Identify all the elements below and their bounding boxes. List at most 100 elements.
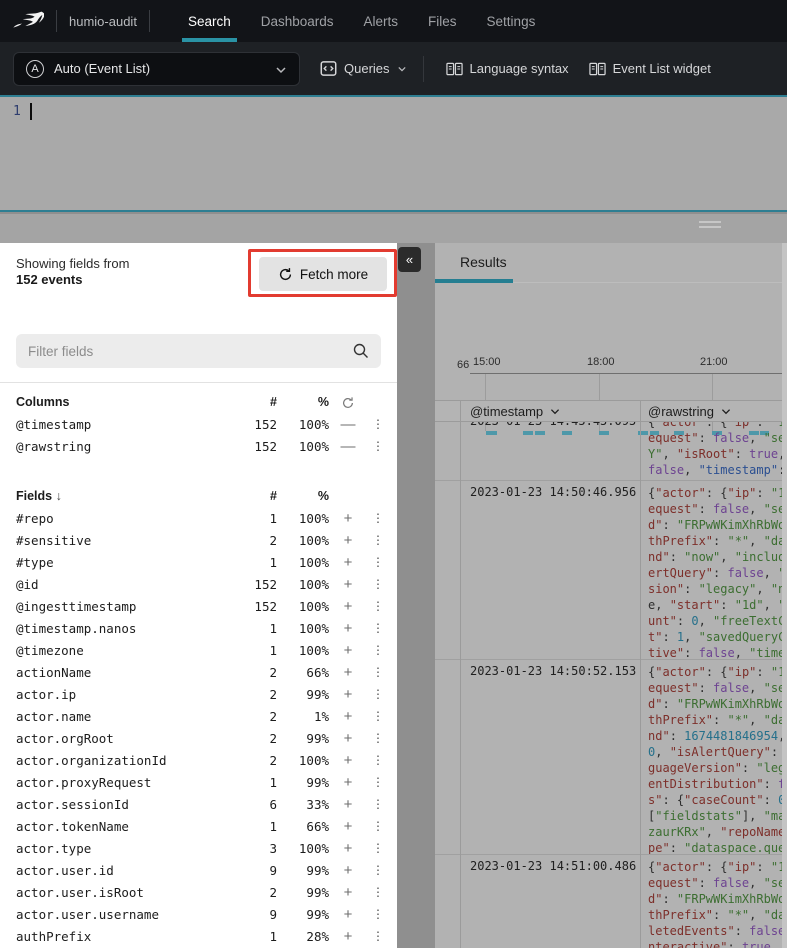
splitter-grip-icon[interactable]	[699, 221, 721, 231]
fetch-more-button[interactable]: Fetch more	[259, 257, 387, 291]
field-row[interactable]: actor.type3100%+⋮	[16, 837, 389, 859]
field-row[interactable]: @timestamp.nanos1100%+⋮	[16, 617, 389, 639]
event-list-widget-button[interactable]: Event List widget	[589, 61, 711, 77]
columns-section: Columns # % @timestamp152100%—⋮@rawstrin…	[0, 391, 397, 457]
add-column-icon[interactable]: +	[329, 906, 367, 923]
crowdstrike-falcon-logo[interactable]	[10, 7, 44, 35]
kebab-menu-icon[interactable]: ⋮	[367, 907, 389, 921]
add-column-icon[interactable]: +	[329, 642, 367, 659]
kebab-menu-icon[interactable]: ⋮	[367, 533, 389, 547]
kebab-menu-icon[interactable]: ⋮	[367, 511, 389, 525]
add-column-icon[interactable]: +	[329, 796, 367, 813]
nav-tab-settings[interactable]: Settings	[487, 0, 536, 42]
field-row[interactable]: authPrefix128%+⋮	[16, 925, 389, 947]
event-row[interactable]: 2023-01-23 14:50:46.956{"actor": {"ip": …	[435, 481, 787, 660]
field-row[interactable]: @rawstring152100%—⋮	[16, 435, 389, 457]
add-column-icon[interactable]: +	[329, 818, 367, 835]
kebab-menu-icon[interactable]: ⋮	[367, 819, 389, 833]
event-row[interactable]: 2023-01-23 14:45:45.095{"actor": {"ip": …	[435, 422, 787, 481]
add-column-icon[interactable]: +	[329, 620, 367, 637]
field-row[interactable]: #type1100%+⋮	[16, 551, 389, 573]
add-column-icon[interactable]: +	[329, 664, 367, 681]
panel-splitter[interactable]	[0, 214, 787, 243]
query-editor[interactable]: 1	[0, 95, 787, 212]
kebab-menu-icon[interactable]: ⋮	[367, 577, 389, 591]
add-column-icon[interactable]: +	[329, 752, 367, 769]
kebab-menu-icon[interactable]: ⋮	[367, 885, 389, 899]
kebab-menu-icon[interactable]: ⋮	[367, 599, 389, 613]
remove-column-icon[interactable]: —	[329, 438, 367, 455]
view-selector-dropdown[interactable]: A Auto (Event List)	[13, 52, 300, 86]
event-row[interactable]: 2023-01-23 14:50:52.153{"actor": {"ip": …	[435, 660, 787, 855]
field-name: #sensitive	[16, 533, 227, 548]
nav-tab-dashboards[interactable]: Dashboards	[261, 0, 334, 42]
rawstring-line: 0, "isAlertQuery":	[648, 744, 785, 760]
refresh-columns-icon[interactable]	[329, 394, 367, 411]
kebab-menu-icon[interactable]: ⋮	[367, 841, 389, 855]
kebab-menu-icon[interactable]: ⋮	[367, 439, 389, 453]
field-row[interactable]: @timezone1100%+⋮	[16, 639, 389, 661]
add-column-icon[interactable]: +	[329, 730, 367, 747]
field-row[interactable]: @ingesttimestamp152100%+⋮	[16, 595, 389, 617]
sort-descending-icon[interactable]: ↓	[56, 489, 62, 503]
filter-fields-input[interactable]: Filter fields	[16, 334, 381, 368]
field-row[interactable]: actor.sessionId633%+⋮	[16, 793, 389, 815]
field-row[interactable]: actor.ip299%+⋮	[16, 683, 389, 705]
add-column-icon[interactable]: +	[329, 532, 367, 549]
kebab-menu-icon[interactable]: ⋮	[367, 753, 389, 767]
add-column-icon[interactable]: +	[329, 840, 367, 857]
kebab-menu-icon[interactable]: ⋮	[367, 555, 389, 569]
results-scrollbar[interactable]	[782, 243, 787, 948]
kebab-menu-icon[interactable]: ⋮	[367, 731, 389, 745]
field-row[interactable]: actor.organizationId2100%+⋮	[16, 749, 389, 771]
field-row[interactable]: #sensitive2100%+⋮	[16, 529, 389, 551]
field-row[interactable]: actor.tokenName166%+⋮	[16, 815, 389, 837]
add-column-icon[interactable]: +	[329, 598, 367, 615]
language-syntax-button[interactable]: Language syntax	[446, 61, 569, 77]
add-column-icon[interactable]: +	[329, 576, 367, 593]
collapse-fields-panel-button[interactable]: «	[398, 247, 421, 272]
nav-tab-files[interactable]: Files	[428, 0, 457, 42]
remove-column-icon[interactable]: —	[329, 416, 367, 433]
add-column-icon[interactable]: +	[329, 554, 367, 571]
kebab-menu-icon[interactable]: ⋮	[367, 775, 389, 789]
kebab-menu-icon[interactable]: ⋮	[367, 929, 389, 943]
rawstring-line: {"actor": {"ip": "1	[648, 485, 785, 501]
add-column-icon[interactable]: +	[329, 928, 367, 945]
rawstring-column-header[interactable]: @rawstring	[648, 404, 732, 419]
rawstring-line: thPrefix": "*", "da	[648, 712, 785, 728]
field-row[interactable]: @timestamp152100%—⋮	[16, 413, 389, 435]
kebab-menu-icon[interactable]: ⋮	[367, 665, 389, 679]
kebab-menu-icon[interactable]: ⋮	[367, 797, 389, 811]
field-row[interactable]: actor.name21%+⋮	[16, 705, 389, 727]
kebab-menu-icon[interactable]: ⋮	[367, 417, 389, 431]
field-row[interactable]: actor.user.id999%+⋮	[16, 859, 389, 881]
nav-tab-search[interactable]: Search	[188, 0, 231, 42]
kebab-menu-icon[interactable]: ⋮	[367, 863, 389, 877]
field-row[interactable]: actor.proxyRequest199%+⋮	[16, 771, 389, 793]
field-row[interactable]: actor.orgRoot299%+⋮	[16, 727, 389, 749]
add-column-icon[interactable]: +	[329, 510, 367, 527]
kebab-menu-icon[interactable]: ⋮	[367, 643, 389, 657]
add-column-icon[interactable]: +	[329, 708, 367, 725]
search-toolbar: A Auto (Event List) Queries Language syn…	[0, 42, 787, 95]
kebab-menu-icon[interactable]: ⋮	[367, 709, 389, 723]
toolbar-separator	[423, 56, 424, 82]
add-column-icon[interactable]: +	[329, 862, 367, 879]
add-column-icon[interactable]: +	[329, 686, 367, 703]
field-row[interactable]: actor.user.isRoot299%+⋮	[16, 881, 389, 903]
nav-tab-alerts[interactable]: Alerts	[364, 0, 399, 42]
timestamp-column-header[interactable]: @timestamp	[470, 404, 561, 419]
queries-button[interactable]: Queries	[320, 60, 407, 77]
field-row[interactable]: @id152100%+⋮	[16, 573, 389, 595]
event-row[interactable]: 2023-01-23 14:51:00.486{"actor": {"ip": …	[435, 855, 787, 948]
add-column-icon[interactable]: +	[329, 884, 367, 901]
field-row[interactable]: actionName266%+⋮	[16, 661, 389, 683]
repo-name[interactable]: humio-audit	[69, 14, 137, 29]
add-column-icon[interactable]: +	[329, 774, 367, 791]
kebab-menu-icon[interactable]: ⋮	[367, 687, 389, 701]
tab-results[interactable]: Results	[460, 254, 507, 270]
field-row[interactable]: #repo1100%+⋮	[16, 507, 389, 529]
kebab-menu-icon[interactable]: ⋮	[367, 621, 389, 635]
field-row[interactable]: actor.user.username999%+⋮	[16, 903, 389, 925]
